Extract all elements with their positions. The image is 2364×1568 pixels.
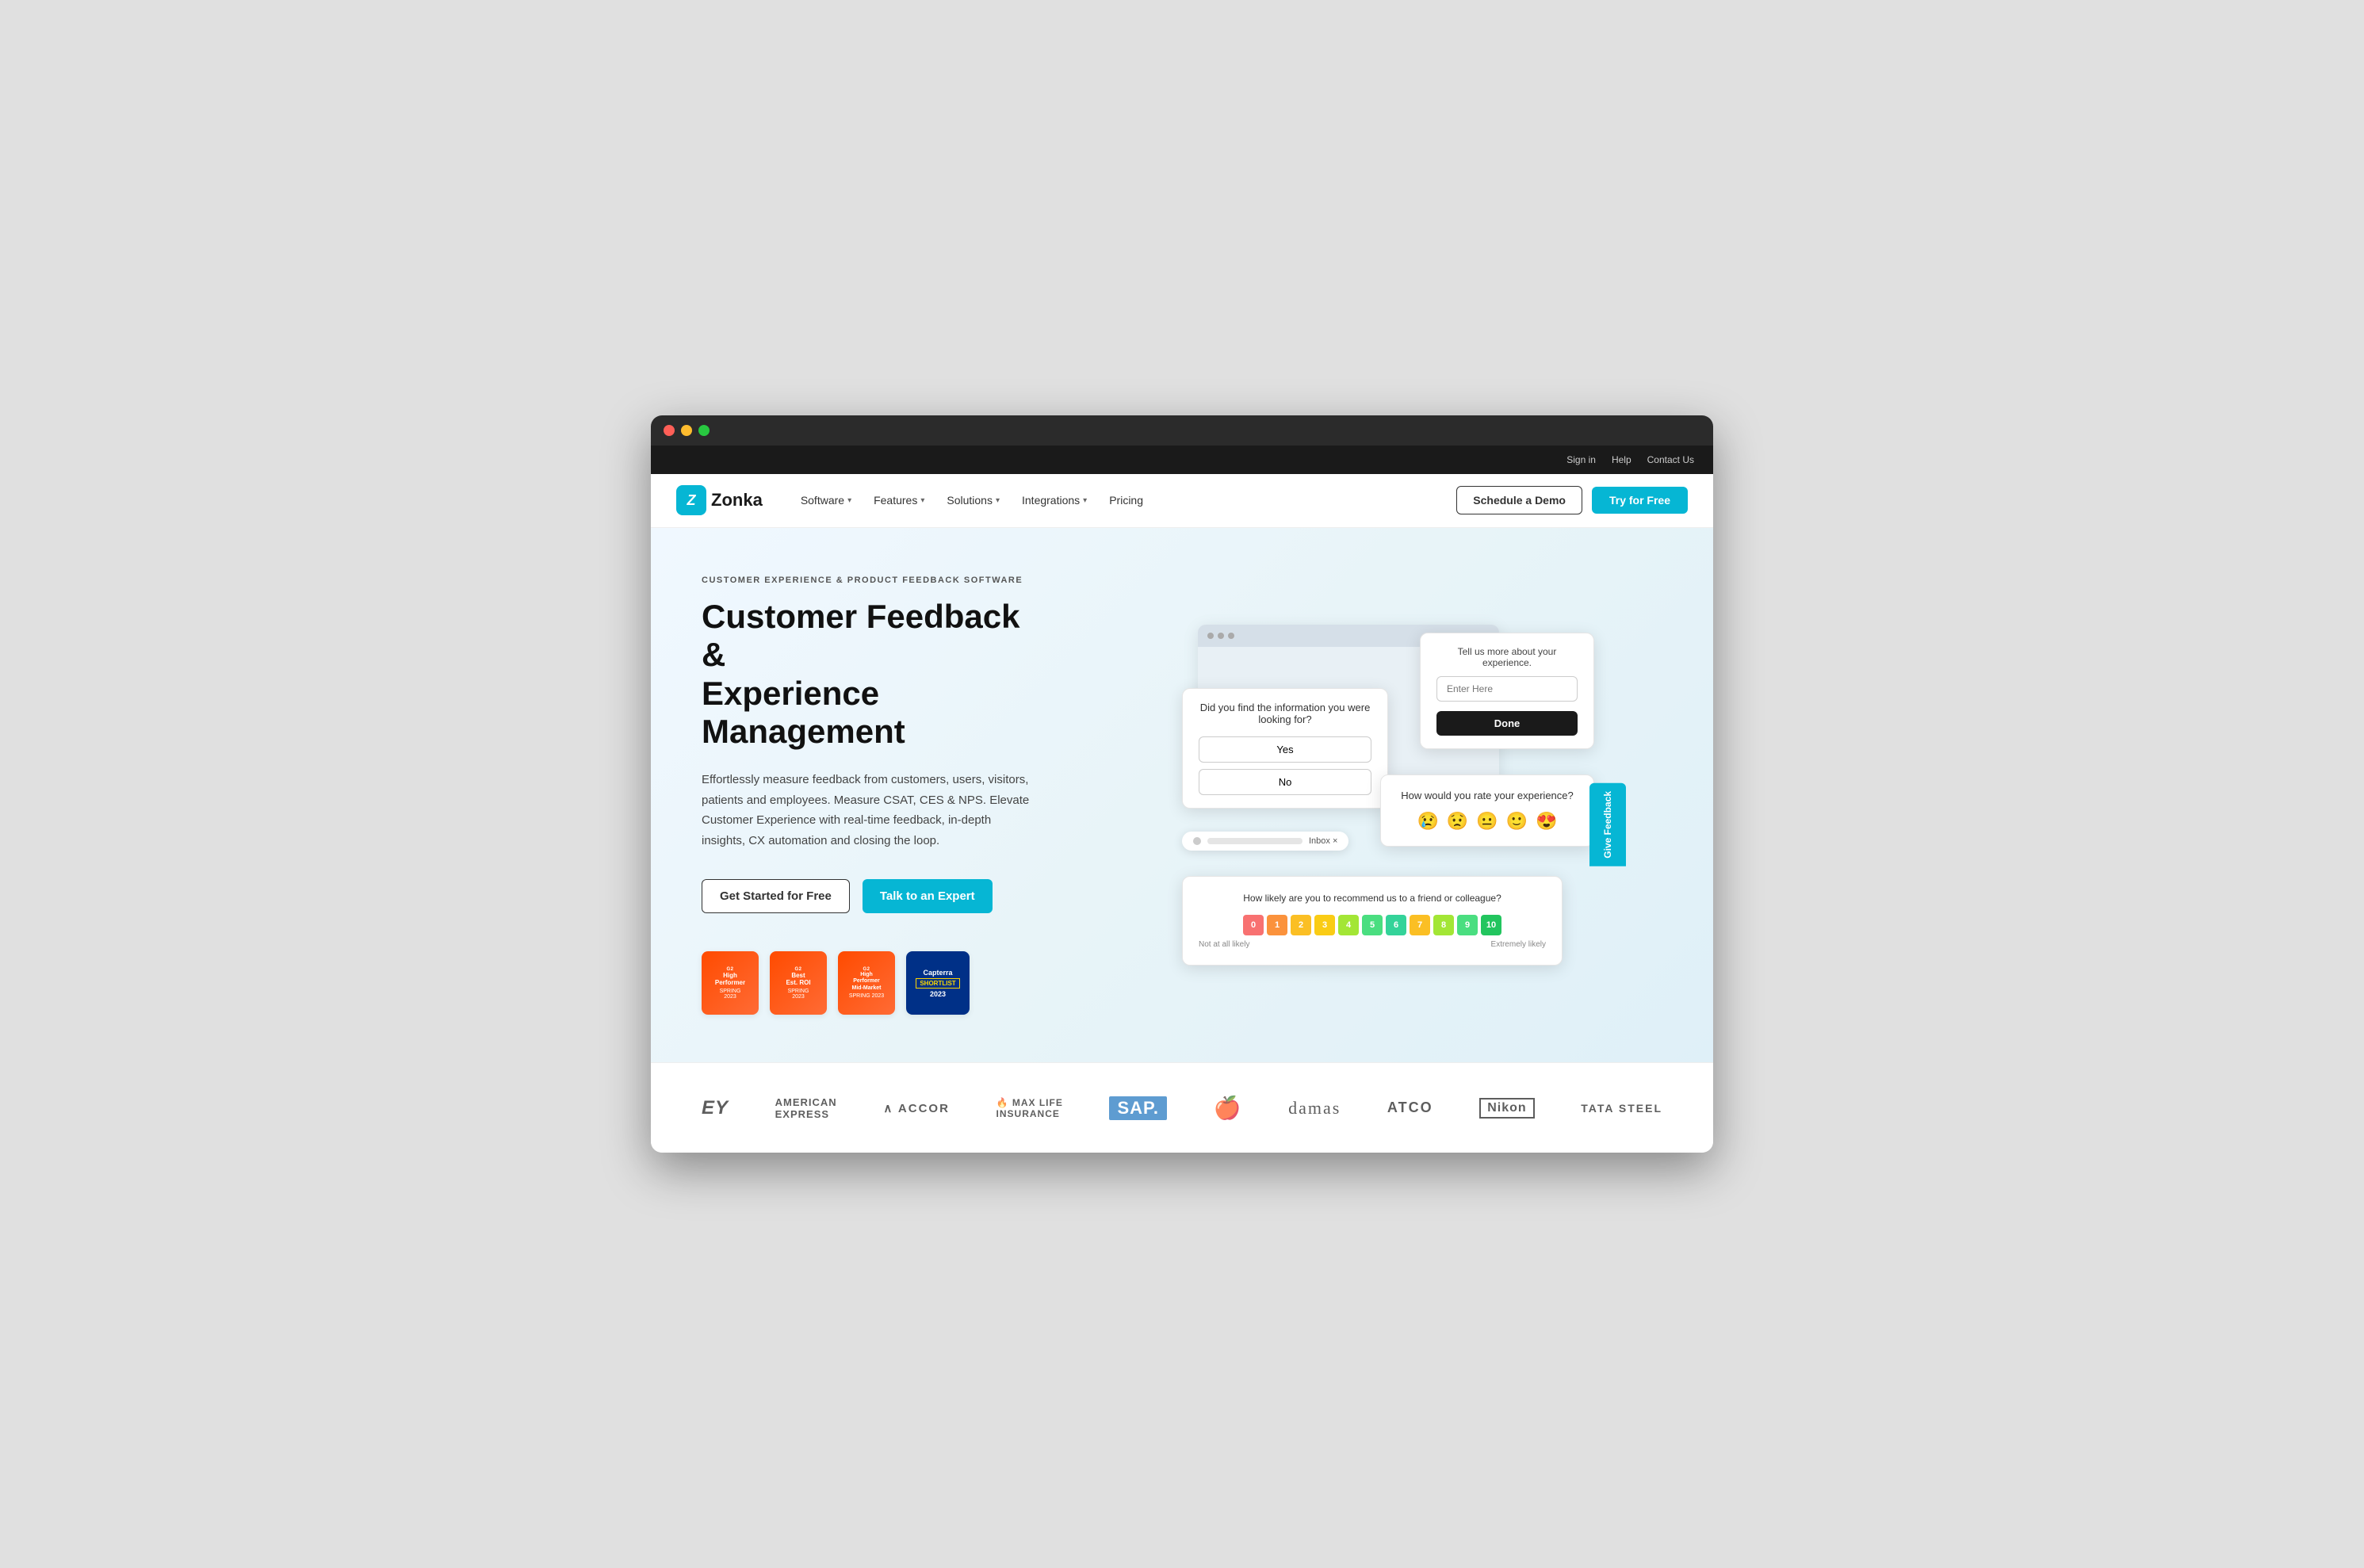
logo-letter: Z — [687, 492, 696, 509]
hero-subtitle: CUSTOMER EXPERIENCE & PRODUCT FEEDBACK S… — [702, 576, 1038, 585]
emoji-bad[interactable]: 😟 — [1447, 811, 1468, 832]
logo-nikon: Nikon — [1479, 1098, 1534, 1119]
nps-question: How likely are you to recommend us to a … — [1199, 893, 1546, 904]
chevron-down-icon: ▾ — [996, 496, 1000, 505]
logo-accor: ∧ ACCOR — [883, 1101, 950, 1115]
logo-apple: 🍎 — [1214, 1095, 1242, 1121]
survey-question-text: Did you find the information you were lo… — [1199, 702, 1371, 725]
survey-card-yesno: Did you find the information you were lo… — [1182, 688, 1388, 809]
nav-pricing[interactable]: Pricing — [1109, 494, 1143, 507]
chevron-down-icon: ▾ — [1083, 496, 1087, 505]
nps-high-label: Extremely likely — [1491, 940, 1546, 949]
sign-in-link[interactable]: Sign in — [1566, 454, 1596, 465]
nav-features[interactable]: Features ▾ — [874, 494, 924, 507]
talk-to-expert-button[interactable]: Talk to an Expert — [863, 879, 993, 913]
nps-4[interactable]: 4 — [1338, 915, 1359, 935]
main-nav: Z Zonka Software ▾ Features ▾ Solutions … — [651, 474, 1713, 528]
browser-dot — [1218, 633, 1224, 639]
nps-labels: Not at all likely Extremely likely — [1199, 940, 1546, 949]
logo-tata-steel: TATA STEEL — [1581, 1102, 1662, 1115]
emoji-excellent[interactable]: 😍 — [1536, 811, 1557, 832]
nps-10[interactable]: 10 — [1481, 915, 1501, 935]
chevron-down-icon: ▾ — [847, 496, 851, 505]
nps-0[interactable]: 0 — [1243, 915, 1264, 935]
emoji-neutral[interactable]: 😐 — [1476, 811, 1498, 832]
emoji-terrible[interactable]: 😢 — [1417, 811, 1438, 832]
nps-3[interactable]: 3 — [1314, 915, 1335, 935]
traffic-lights — [664, 425, 710, 436]
rating-label: How would you rate your experience? — [1394, 790, 1581, 801]
inbox-bar — [1207, 838, 1302, 844]
survey-card-emoji: How would you rate your experience? 😢 😟 … — [1380, 774, 1594, 847]
schedule-demo-button[interactable]: Schedule a Demo — [1456, 486, 1582, 514]
nps-2[interactable]: 2 — [1291, 915, 1311, 935]
emoji-good[interactable]: 🙂 — [1506, 811, 1528, 832]
give-feedback-tab[interactable]: Give Feedback — [1589, 783, 1626, 866]
try-free-button[interactable]: Try for Free — [1592, 487, 1688, 514]
minimize-button[interactable] — [681, 425, 692, 436]
utility-bar: Sign in Help Contact Us — [651, 446, 1713, 474]
nav-integrations[interactable]: Integrations ▾ — [1022, 494, 1087, 507]
logo-damas: damas — [1288, 1098, 1341, 1119]
hero-description: Effortlessly measure feedback from custo… — [702, 770, 1038, 851]
nps-5[interactable]: 5 — [1362, 915, 1383, 935]
maximize-button[interactable] — [698, 425, 710, 436]
hero-title: Customer Feedback & Experience Managemen… — [702, 598, 1038, 751]
hero-section: CUSTOMER EXPERIENCE & PRODUCT FEEDBACK S… — [651, 528, 1713, 1062]
logo-sap: SAP. — [1109, 1096, 1167, 1120]
hero-buttons: Get Started for Free Talk to an Expert — [702, 879, 1038, 913]
logos-row: EY AMERICANEXPRESS ∧ ACCOR 🔥 MAX LIFEINS… — [702, 1095, 1662, 1121]
contact-us-link[interactable]: Contact Us — [1647, 454, 1694, 465]
get-started-button[interactable]: Get Started for Free — [702, 879, 850, 913]
emoji-row: 😢 😟 😐 🙂 😍 — [1394, 811, 1581, 832]
survey-card-text: Tell us more about your experience. Done — [1420, 633, 1594, 749]
inbox-tag[interactable]: Inbox × — [1309, 836, 1337, 846]
badge-capterra: Capterra SHORTLIST 2023 — [906, 951, 970, 1015]
logos-section: EY AMERICANEXPRESS ∧ ACCOR 🔥 MAX LIFEINS… — [651, 1062, 1713, 1153]
mac-window: Sign in Help Contact Us Z Zonka Software… — [651, 415, 1713, 1153]
yes-button[interactable]: Yes — [1199, 736, 1371, 763]
chevron-down-icon: ▾ — [920, 496, 924, 505]
nps-6[interactable]: 6 — [1386, 915, 1406, 935]
browser-dot — [1207, 633, 1214, 639]
hero-right: Did you find the information you were lo… — [1063, 528, 1713, 1062]
nps-7[interactable]: 7 — [1410, 915, 1430, 935]
inbox-pill: Inbox × — [1182, 832, 1348, 851]
nps-low-label: Not at all likely — [1199, 940, 1249, 949]
title-bar — [651, 415, 1713, 446]
nav-links: Software ▾ Features ▾ Solutions ▾ Integr… — [801, 494, 1431, 507]
logo-icon: Z — [676, 485, 706, 515]
hero-left: CUSTOMER EXPERIENCE & PRODUCT FEEDBACK S… — [651, 528, 1063, 1062]
more-label-text: Tell us more about your experience. — [1436, 646, 1578, 668]
logo-name: Zonka — [711, 490, 763, 511]
nps-9[interactable]: 9 — [1457, 915, 1478, 935]
badge-high-performer-midmarket: G2 HighPerformerMid-Market SPRING 2023 — [838, 951, 895, 1015]
close-button[interactable] — [664, 425, 675, 436]
nav-software[interactable]: Software ▾ — [801, 494, 851, 507]
survey-card-nps: How likely are you to recommend us to a … — [1182, 876, 1563, 966]
browser-dot — [1228, 633, 1234, 639]
help-link[interactable]: Help — [1612, 454, 1631, 465]
badge-high-performer: G2 HighPerformer SPRING2023 — [702, 951, 759, 1015]
logo[interactable]: Z Zonka — [676, 485, 763, 515]
logo-ey: EY — [702, 1097, 729, 1119]
badge-best-roi: G2 BestEst. ROI SPRING2023 — [770, 951, 827, 1015]
feedback-text-input[interactable] — [1436, 676, 1578, 702]
inbox-avatar — [1193, 837, 1201, 845]
logo-amex: AMERICANEXPRESS — [775, 1096, 837, 1120]
nav-actions: Schedule a Demo Try for Free — [1456, 486, 1688, 514]
feedback-ui-container: Did you find the information you were lo… — [1174, 625, 1618, 973]
logo-maxlife: 🔥 MAX LIFEINSURANCE — [996, 1097, 1063, 1119]
no-button[interactable]: No — [1199, 769, 1371, 795]
nps-1[interactable]: 1 — [1267, 915, 1287, 935]
badges-row: G2 HighPerformer SPRING2023 G2 BestEst. … — [702, 951, 1038, 1015]
nav-solutions[interactable]: Solutions ▾ — [947, 494, 1000, 507]
done-button[interactable]: Done — [1436, 711, 1578, 736]
nps-scale: 0 1 2 3 4 5 6 7 8 9 10 — [1199, 915, 1546, 935]
logo-atco: ATCO — [1387, 1100, 1433, 1116]
nps-8[interactable]: 8 — [1433, 915, 1454, 935]
